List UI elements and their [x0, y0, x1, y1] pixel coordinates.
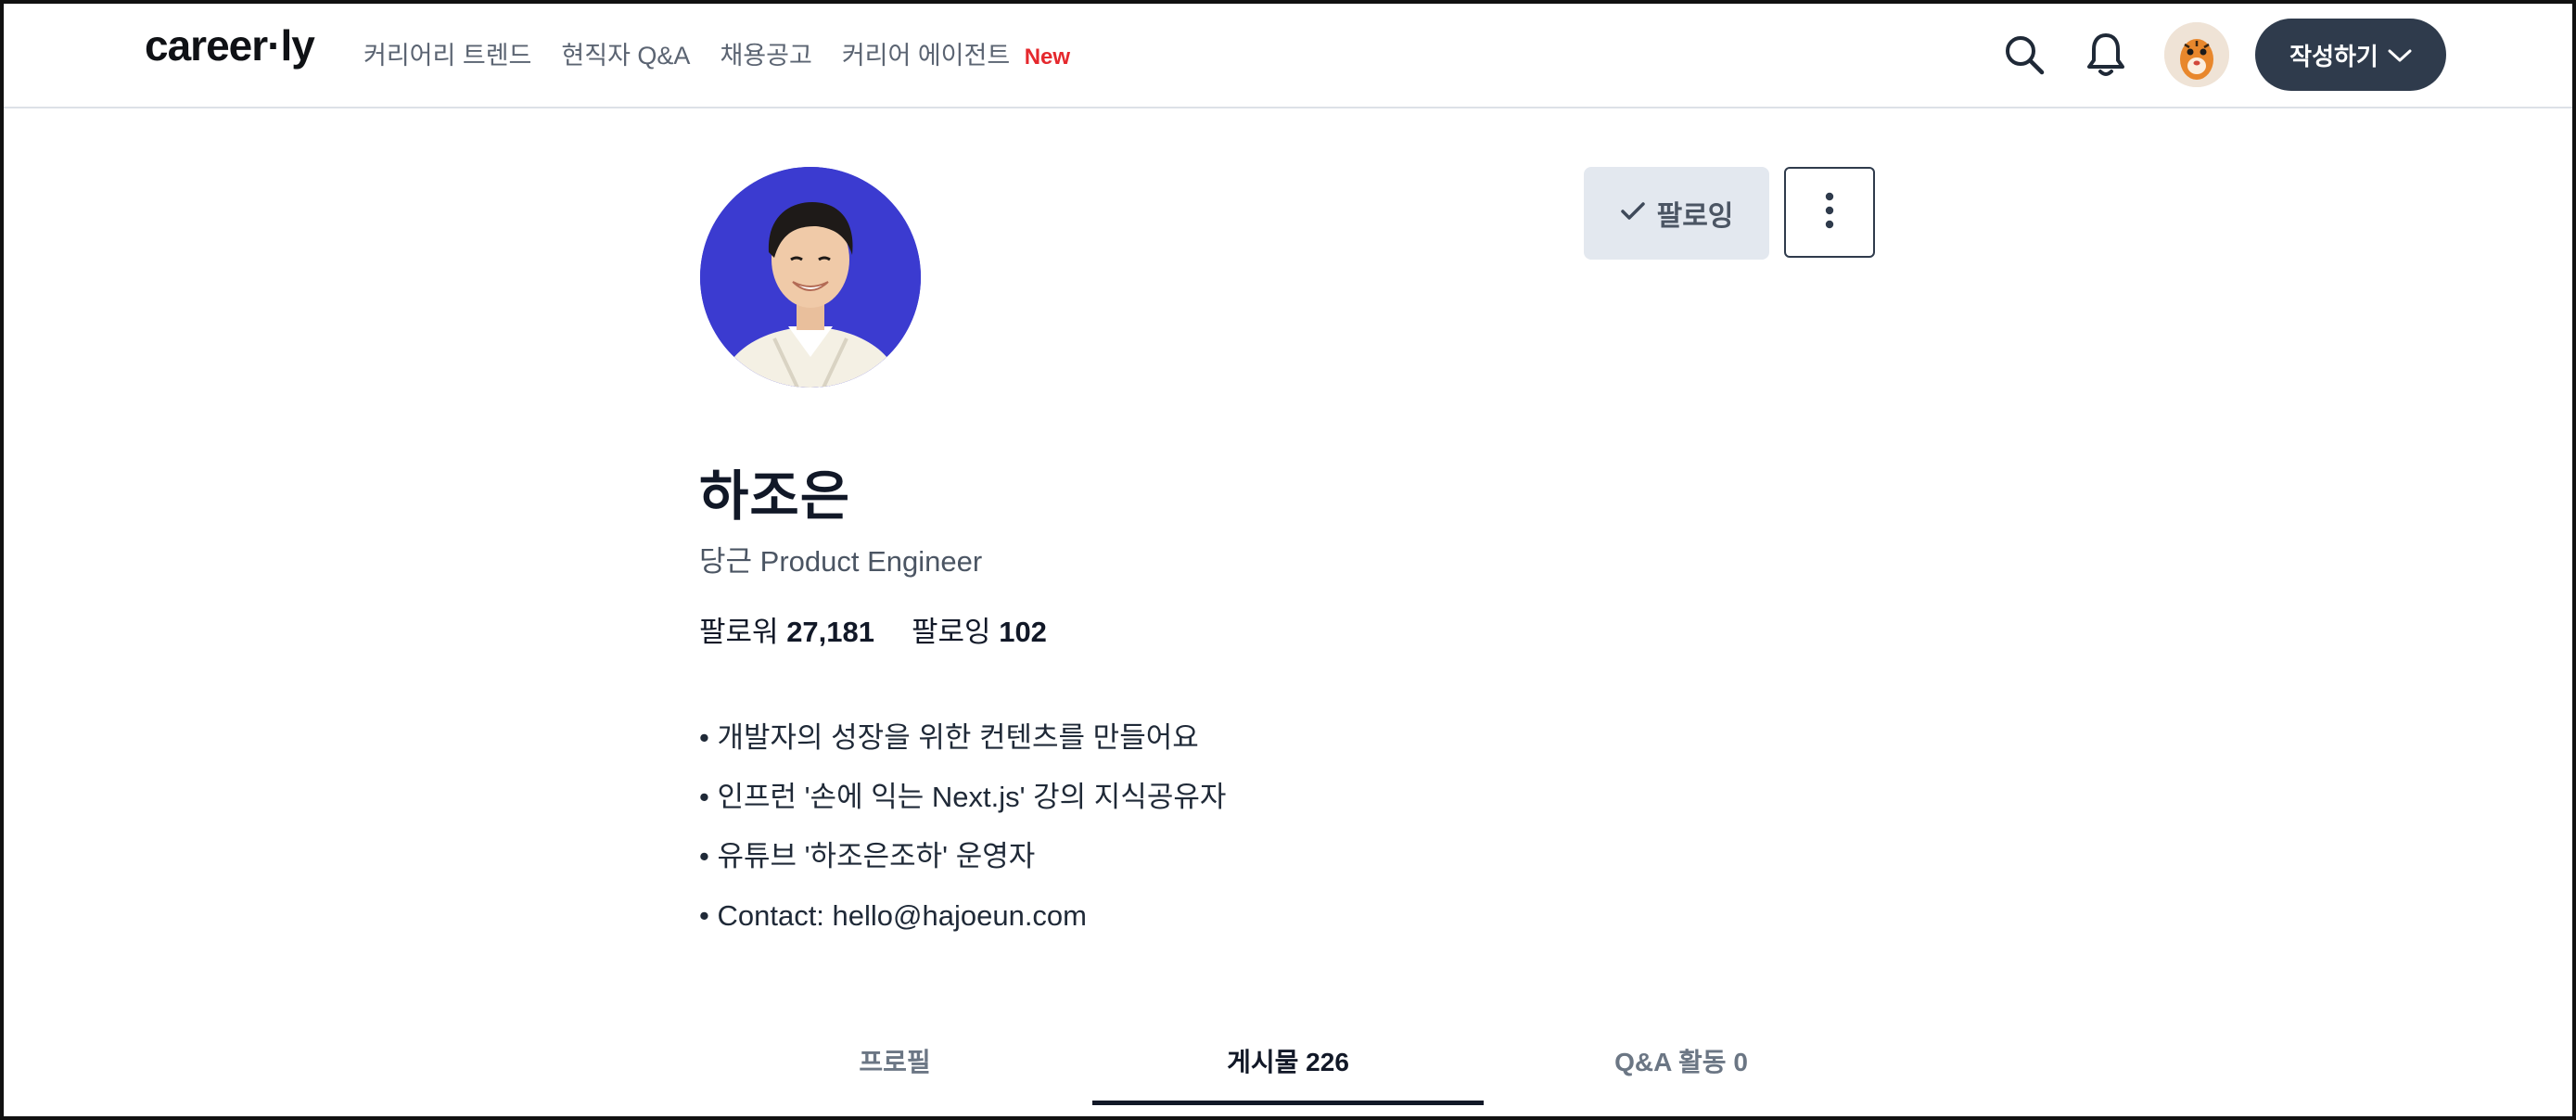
followers-count: 27,181	[786, 616, 875, 648]
search-icon[interactable]	[2003, 33, 2046, 81]
profile-tabs: 프로필 게시물 226 Q&A 활동 0	[699, 1020, 1877, 1105]
user-avatar[interactable]	[2164, 22, 2229, 87]
nav-item-career-agent[interactable]: 커리어 에이전트 New	[842, 35, 1070, 71]
following-button-label: 팔로잉	[1656, 201, 1734, 232]
bio-line: • 개발자의 성장을 위한 컨텐츠를 만들어요	[699, 721, 1199, 754]
check-icon	[1620, 197, 1646, 229]
window-frame	[0, 0, 2576, 1120]
nav-item-career-agent-label: 커리어 에이전트	[841, 42, 1011, 70]
more-options-button[interactable]	[1784, 167, 1875, 258]
more-vertical-icon	[1824, 192, 1835, 234]
following-stat[interactable]: 팔로잉 102	[912, 608, 1047, 650]
tab-posts[interactable]: 게시물 226	[1092, 1020, 1484, 1105]
main-nav: 커리어리 트렌드 현직자 Q&A 채용공고 커리어 에이전트 New	[363, 35, 1070, 71]
following-label: 팔로잉	[912, 616, 991, 648]
bio-line: • 인프런 '손에 익는 Next.js' 강의 지식공유자	[699, 781, 1227, 813]
profile-bio: • 개발자의 성장을 위한 컨텐츠를 만들어요 • 인프런 '손에 익는 Nex…	[699, 719, 1226, 957]
tab-profile[interactable]: 프로필	[699, 1020, 1090, 1105]
bio-line: • Contact: hello@hajoeun.com	[699, 899, 1088, 932]
profile-job: 당근 Product Engineer	[699, 545, 983, 578]
nav-item-qna[interactable]: 현직자 Q&A	[561, 35, 690, 71]
bell-icon[interactable]	[2085, 32, 2126, 83]
follow-stats: 팔로워 27,181 팔로잉 102	[699, 608, 1084, 650]
nav-item-trend[interactable]: 커리어리 트렌드	[363, 35, 531, 71]
logo[interactable]: career·ly	[145, 20, 315, 70]
write-button[interactable]: 작성하기	[2255, 19, 2446, 91]
profile-photo	[700, 167, 921, 388]
new-badge: New	[1024, 45, 1071, 70]
following-button[interactable]: 팔로잉	[1584, 167, 1769, 260]
nav-item-jobs[interactable]: 채용공고	[720, 35, 811, 71]
bio-line: • 유튜브 '하조은조하' 운영자	[699, 840, 1036, 872]
following-count: 102	[999, 616, 1047, 648]
followers-stat[interactable]: 팔로워 27,181	[699, 608, 874, 650]
top-header: career·ly 커리어리 트렌드 현직자 Q&A 채용공고 커리어 에이전트…	[0, 0, 2576, 108]
write-button-label: 작성하기	[2289, 42, 2378, 70]
followers-label: 팔로워	[699, 616, 779, 648]
profile-name: 하조은	[699, 466, 851, 527]
chevron-down-icon	[2388, 41, 2412, 70]
tab-qna-activity[interactable]: Q&A 활동 0	[1486, 1020, 1877, 1105]
